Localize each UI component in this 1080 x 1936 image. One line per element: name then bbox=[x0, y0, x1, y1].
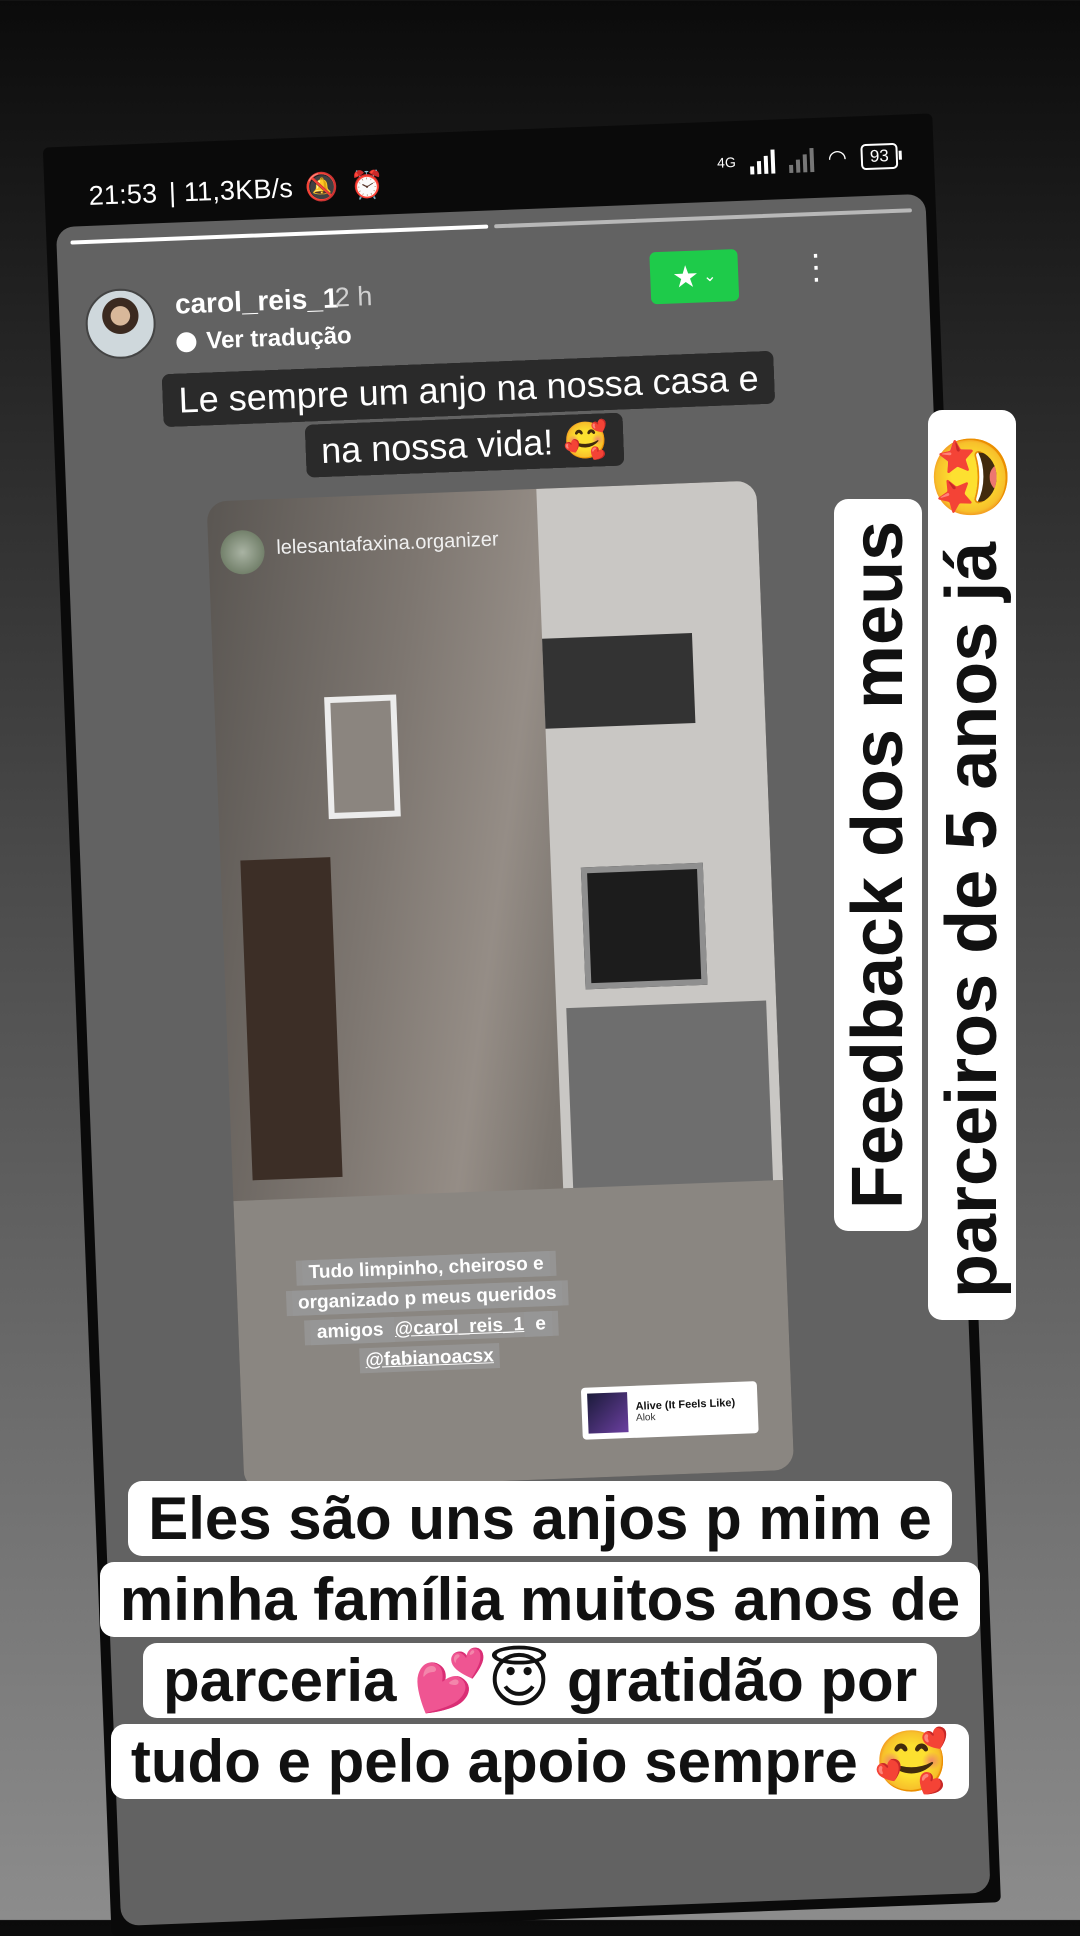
album-art bbox=[587, 1392, 629, 1434]
side-overlay: Feedback dos meus parceiros de 5 anos já… bbox=[810, 375, 1040, 1355]
story-time: 2 h bbox=[334, 281, 373, 313]
battery-indicator: 93 bbox=[860, 142, 899, 171]
door bbox=[240, 857, 343, 1181]
signal-off-icon bbox=[788, 146, 815, 173]
story-caption: Le sempre um anjo na nossa casa e na nos… bbox=[161, 350, 776, 485]
mention-carol[interactable]: @carol_reis_1 bbox=[394, 1314, 524, 1340]
avatar[interactable] bbox=[84, 287, 157, 361]
repost-username[interactable]: lelesantafaxina.organizer bbox=[276, 528, 499, 560]
bottom-overlay: Eles são uns anjos p mim e minha família… bbox=[80, 1478, 1000, 1802]
chevron-down-icon: ⌄ bbox=[702, 267, 717, 286]
wifi-icon: ◠ bbox=[827, 144, 848, 171]
status-time: 21:53 bbox=[88, 178, 158, 211]
reposted-story[interactable]: lelesantafaxina.organizer Tudo limpinho,… bbox=[206, 480, 795, 1491]
alarm-icon: ⏰ bbox=[349, 169, 385, 201]
translate-icon bbox=[176, 331, 197, 353]
mention-fabiano[interactable]: @fabianoacsx bbox=[365, 1345, 494, 1371]
network-type: 4G bbox=[716, 154, 737, 171]
music-sticker[interactable]: Alive (It Feels Like) Alok bbox=[580, 1381, 759, 1440]
side-overlay-text: Feedback dos meus parceiros de 5 anos já… bbox=[834, 410, 1016, 1321]
progress-segment bbox=[70, 224, 489, 245]
repost-caption: Tudo limpinho, cheiroso e organizado p m… bbox=[276, 1248, 580, 1379]
wall-frame bbox=[324, 694, 401, 820]
network-speed: | 11,3KB/s bbox=[168, 173, 294, 208]
repost-avatar[interactable] bbox=[219, 529, 266, 576]
bottom-overlay-text: Eles são uns anjos p mim e minha família… bbox=[99, 1481, 981, 1799]
favorites-button[interactable]: ★ ⌄ bbox=[649, 249, 740, 305]
story-username[interactable]: carol_reis_1 bbox=[174, 282, 339, 320]
progress-segment bbox=[494, 208, 912, 229]
translate-label: Ver tradução bbox=[205, 321, 353, 355]
microwave-niche bbox=[542, 633, 696, 729]
bell-off-icon: 🔕 bbox=[304, 171, 340, 203]
more-options-button[interactable]: · · · bbox=[805, 235, 826, 297]
star-icon: ★ bbox=[671, 260, 700, 295]
oven bbox=[580, 862, 708, 990]
translate-link[interactable]: Ver tradução bbox=[176, 322, 352, 357]
signal-icon bbox=[749, 148, 776, 175]
